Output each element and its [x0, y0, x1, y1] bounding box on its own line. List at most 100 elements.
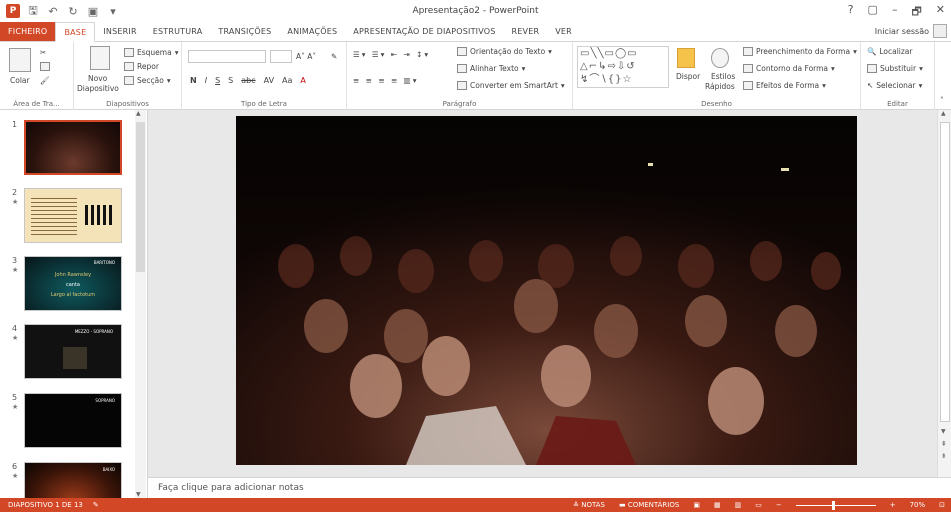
tab-transitions[interactable]: TRANSIÇÕES [210, 22, 279, 41]
tab-home[interactable]: BASE [55, 22, 96, 42]
font-format-buttons: N I S S abc AV Aa A [190, 76, 306, 85]
tab-file[interactable]: FICHEIRO [0, 22, 56, 41]
underline-button[interactable]: S [215, 76, 220, 85]
audience-photo [236, 116, 857, 465]
cut-icon[interactable]: ✂ [40, 48, 46, 57]
avatar[interactable] [933, 24, 947, 38]
slide-thumbnail-3[interactable]: BARITONO John Rawnsley canta Largo al fa… [24, 256, 122, 311]
slideshow-view-icon[interactable]: ▭ [755, 501, 762, 509]
redo-icon[interactable]: ↻ [66, 5, 80, 18]
zoom-level[interactable]: 70% [910, 501, 926, 509]
layout-icon [124, 48, 134, 57]
shape-fill-button[interactable]: Preenchimento da Forma ▾ [743, 47, 857, 56]
help-button[interactable]: ? [848, 3, 854, 22]
shape-effects-button[interactable]: Efeitos de Forma ▾ [743, 81, 826, 90]
arrange-button[interactable]: Dispor [676, 72, 700, 81]
smartart-button[interactable]: Converter em SmartArt ▾ [457, 81, 565, 90]
replace-button[interactable]: Substituir ▾ [867, 64, 923, 73]
reading-view-icon[interactable]: ▥ [735, 501, 742, 509]
scroll-up-icon[interactable]: ▲ [136, 110, 141, 117]
tab-review[interactable]: REVER [504, 22, 548, 41]
select-button[interactable]: ↖ Selecionar ▾ [867, 81, 922, 90]
zoom-slider[interactable] [795, 500, 876, 510]
notes-pane[interactable]: Faça clique para adicionar notas [148, 477, 951, 498]
shape-outline-label: Contorno da Forma [756, 64, 829, 73]
copy-icon[interactable] [40, 62, 50, 71]
shapes-gallery[interactable]: ▭╲╲▭◯▭ △⌐↳⇨⇩↺ ↯⌒∖{}☆ [577, 46, 669, 88]
shadow-button[interactable]: S [228, 76, 233, 85]
tab-insert[interactable]: INSERIR [95, 22, 144, 41]
editor-scroll-thumb[interactable] [940, 122, 950, 422]
normal-view-icon[interactable]: ▣ [693, 501, 700, 509]
paste-icon[interactable] [9, 48, 31, 72]
format-painter-icon[interactable]: 🖌 [40, 76, 50, 85]
zoom-in-icon[interactable]: + [890, 501, 896, 509]
notes-toggle[interactable]: ≙ NOTAS [573, 501, 605, 509]
layout-button[interactable]: Esquema ▾ [124, 48, 178, 57]
thumbnails-scrollbar[interactable]: ▲ ▼ [135, 110, 146, 498]
slide-thumbnail-4[interactable]: MEZZO - SOPRANO [24, 324, 122, 379]
new-slide-label-1[interactable]: Novo [88, 74, 107, 83]
sign-in-link[interactable]: Iniciar sessão [875, 27, 929, 36]
editor-scrollbar[interactable]: ▲ ▼ ⇞ ⇟ [937, 110, 951, 477]
tab-view[interactable]: VER [547, 22, 580, 41]
minimize-button[interactable]: – [892, 3, 898, 22]
new-slide-icon[interactable] [90, 46, 110, 70]
list-indent-buttons[interactable]: ☰▾ ☰▾ ⇤ ⇥ ↕▾ [353, 50, 430, 59]
quick-styles-label-1[interactable]: Estilos [711, 72, 735, 81]
section-button[interactable]: Secção ▾ [124, 76, 171, 85]
powerpoint-logo-icon[interactable]: P [6, 4, 20, 18]
slide-thumbnail-5[interactable]: SOPRANO [24, 393, 122, 448]
save-icon[interactable]: 🖫 [26, 2, 40, 21]
shape-outline-button[interactable]: Contorno da Forma ▾ [743, 64, 835, 73]
paste-button[interactable]: Colar [10, 76, 30, 85]
scroll-down-icon[interactable]: ▼ [941, 428, 946, 435]
italic-button[interactable]: I [205, 76, 207, 85]
restore-button[interactable]: 🗗 [911, 3, 921, 22]
customize-icon[interactable]: ▾ [106, 5, 120, 18]
shape-fill-label: Preenchimento da Forma [756, 47, 851, 56]
spell-check-icon[interactable]: ✎ [93, 501, 99, 509]
undo-icon[interactable]: ↶ [46, 5, 60, 18]
find-button[interactable]: 🔍 Localizar [867, 47, 912, 56]
change-case-button[interactable]: Aa [282, 76, 292, 85]
close-button[interactable]: ✕ [936, 3, 945, 22]
previous-slide-icon[interactable]: ⇞ [941, 440, 947, 448]
zoom-slider-thumb[interactable] [831, 500, 835, 510]
shape-effects-icon [743, 81, 753, 90]
comments-toggle[interactable]: ▬ COMENTÁRIOS [619, 501, 679, 509]
align-text-button[interactable]: Alinhar Texto ▾ [457, 64, 525, 73]
character-spacing-button[interactable]: AV [264, 76, 274, 85]
scroll-down-icon[interactable]: ▼ [136, 491, 141, 498]
reset-button[interactable]: Repor [124, 62, 159, 71]
collapse-ribbon-icon[interactable]: ˄ [940, 96, 944, 105]
slide-thumbnail-6[interactable]: BAIXO [24, 462, 122, 498]
font-name-combo[interactable] [188, 50, 266, 63]
text-direction-button[interactable]: Orientação do Texto ▾ [457, 47, 552, 56]
font-color-button[interactable]: A [300, 76, 305, 85]
arrange-icon[interactable] [677, 48, 695, 68]
strikethrough-button[interactable]: abc [241, 76, 255, 85]
tab-animations[interactable]: ANIMAÇÕES [279, 22, 345, 41]
slide-thumbnail-2[interactable] [24, 188, 122, 243]
current-slide[interactable] [236, 116, 857, 465]
zoom-out-icon[interactable]: − [776, 501, 782, 509]
next-slide-icon[interactable]: ⇟ [941, 452, 947, 460]
scroll-up-icon[interactable]: ▲ [941, 110, 946, 117]
alignment-buttons[interactable]: ≡ ≡ ≡ ≡ ▥▾ [353, 76, 419, 85]
thumbnails-scroll-thumb[interactable] [136, 122, 145, 272]
quick-styles-icon[interactable] [711, 48, 729, 68]
clear-formatting-icon[interactable]: ✎ [331, 52, 337, 61]
bold-button[interactable]: N [190, 76, 197, 85]
new-slide-label-2[interactable]: Diapositivo [77, 84, 119, 93]
fit-slide-icon[interactable]: ⊡ [939, 501, 945, 509]
ribbon-display-button[interactable]: ▢ [868, 3, 878, 22]
tab-design[interactable]: ESTRUTURA [145, 22, 211, 41]
quick-styles-label-2[interactable]: Rápidos [705, 82, 735, 91]
slide-thumbnail-1[interactable] [24, 120, 122, 175]
font-size-combo[interactable] [270, 50, 292, 63]
tab-slideshow[interactable]: APRESENTAÇÃO DE DIAPOSITIVOS [345, 22, 503, 41]
start-slideshow-icon[interactable]: ▣ [86, 5, 100, 18]
grow-shrink-font-icon[interactable]: A˄ A˅ [296, 52, 316, 61]
slide-sorter-icon[interactable]: ▦ [714, 501, 721, 509]
